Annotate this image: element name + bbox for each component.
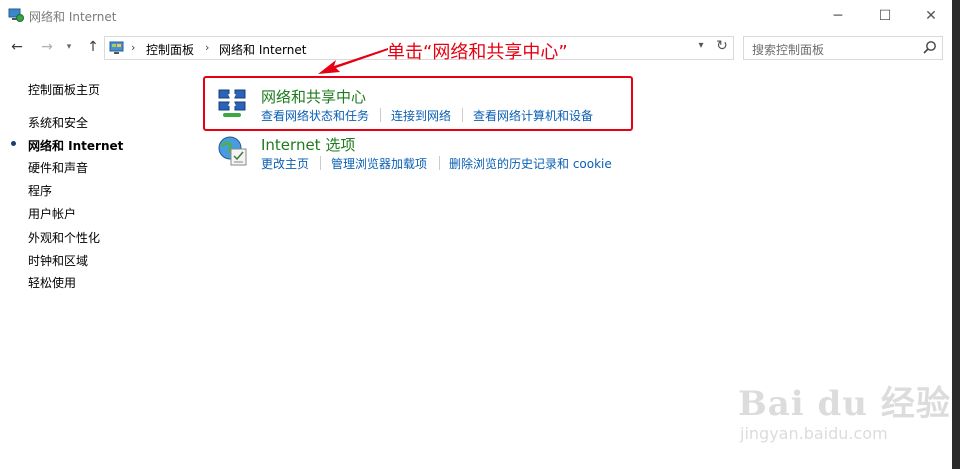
search-placeholder: 搜索控制面板 <box>752 43 825 57</box>
breadcrumb-network-internet[interactable]: 网络和 Internet <box>219 41 306 58</box>
annotation-text: 单击“网络和共享中心” <box>387 42 568 63</box>
window-title: 网络和 Internet <box>29 10 117 24</box>
sidebar-item-clock-region[interactable]: 时钟和区域 <box>28 252 88 269</box>
close-button[interactable]: ✕ <box>908 0 954 31</box>
internet-options-title[interactable]: Internet 选项 <box>261 134 355 155</box>
breadcrumb-separator: › <box>131 41 136 54</box>
breadcrumb-control-panel[interactable]: 控制面板 <box>146 41 194 58</box>
sidebar-item-network-internet[interactable]: 网络和 Internet <box>28 137 123 154</box>
sidebar-item-appearance[interactable]: 外观和个性化 <box>28 229 100 246</box>
internet-options-icon[interactable] <box>217 135 249 170</box>
manage-addons-link[interactable]: 管理浏览器加载项 <box>331 155 427 172</box>
sidebar-item-user-accounts[interactable]: 用户帐户 <box>28 205 76 222</box>
refresh-icon[interactable]: ↻ <box>713 38 731 54</box>
annotation-arrow-icon <box>318 48 388 74</box>
sidebar-item-programs[interactable]: 程序 <box>28 182 52 199</box>
network-window-icon <box>8 8 24 23</box>
change-homepage-link[interactable]: 更改主页 <box>261 155 309 172</box>
delete-history-link[interactable]: 删除浏览的历史记录和 cookie <box>449 155 612 172</box>
baidu-watermark-logo: Bai du 经验 jingyan.baidu.com <box>738 368 950 458</box>
sidebar-item-system-security[interactable]: 系统和安全 <box>28 114 88 131</box>
control-panel-window: 网络和 Internet ─ ☐ ✕ ← → ▾ ↑ › 控制面板 › 网络和 … <box>0 0 952 469</box>
sidebar-item-ease-of-access[interactable]: 轻松使用 <box>28 274 76 291</box>
highlight-box <box>203 76 633 131</box>
breadcrumb-separator: › <box>205 41 210 54</box>
active-bullet-icon <box>11 141 16 146</box>
watermark-url: jingyan.baidu.com <box>740 424 888 443</box>
sidebar-item-control-panel-home[interactable]: 控制面板主页 <box>28 81 100 98</box>
recent-locations-button[interactable]: ▾ <box>62 34 76 60</box>
search-input[interactable]: 搜索控制面板 <box>743 36 943 60</box>
back-button[interactable]: ← <box>6 34 28 60</box>
search-icon[interactable] <box>922 40 938 56</box>
link-divider <box>439 156 440 170</box>
link-divider <box>320 156 321 170</box>
control-panel-icon <box>109 41 125 55</box>
chevron-down-icon[interactable]: ▾ <box>693 40 709 51</box>
watermark-brand: Bai du 经验 <box>738 384 951 424</box>
forward-button[interactable]: → <box>36 34 58 60</box>
sidebar-item-hardware-sound[interactable]: 硬件和声音 <box>28 159 88 176</box>
minimize-button[interactable]: ─ <box>815 0 861 31</box>
up-button[interactable]: ↑ <box>82 34 104 60</box>
title-bar: 网络和 Internet ─ ☐ ✕ <box>0 0 952 31</box>
maximize-button[interactable]: ☐ <box>862 0 908 31</box>
window-edge <box>952 0 960 469</box>
